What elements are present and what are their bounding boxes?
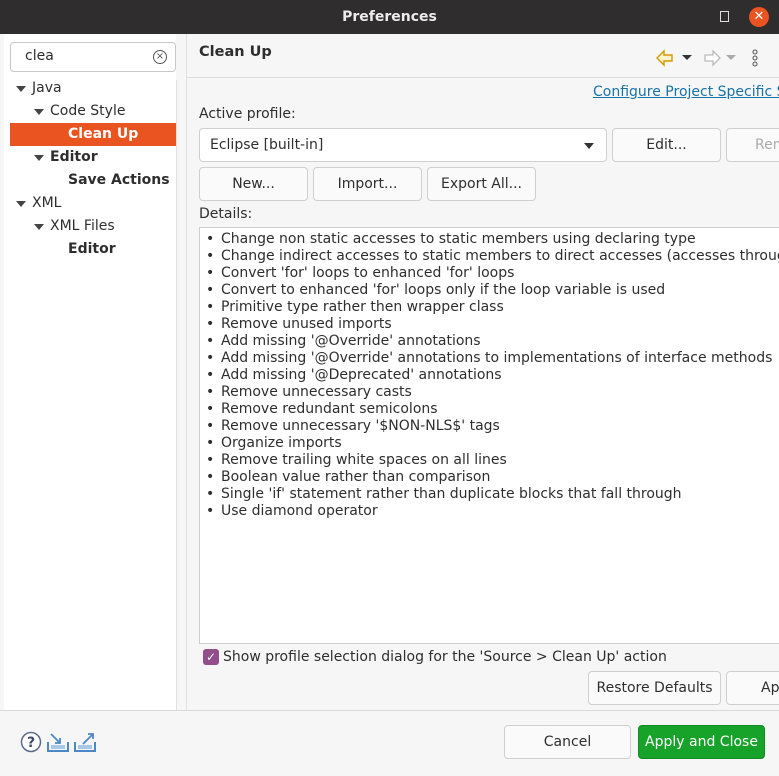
chevron-down-icon	[584, 143, 594, 149]
details-list-item: Organize imports	[206, 435, 779, 452]
tree-item-label: Editor	[50, 149, 98, 165]
active-profile-value: Eclipse [built-in]	[210, 137, 324, 153]
tree-item-java-editor[interactable]: Editor	[10, 146, 176, 169]
details-list-item: Remove unused imports	[206, 316, 779, 333]
show-dialog-checkbox[interactable]: ✓	[203, 649, 219, 665]
back-arrow-icon[interactable]	[656, 49, 673, 67]
expand-triangle-icon[interactable]	[34, 109, 44, 115]
remove-button[interactable]: Remove	[726, 128, 779, 162]
tree-item-label: Editor	[68, 241, 116, 257]
details-list[interactable]: Change non static accesses to static mem…	[199, 227, 779, 644]
tree-item-label: Clean Up	[68, 126, 139, 142]
details-list-item: Use diamond operator	[206, 503, 779, 520]
maximize-icon[interactable]	[720, 11, 729, 22]
filter-input[interactable]: clea ×	[10, 42, 176, 72]
restore-defaults-button[interactable]: Restore Defaults	[588, 671, 721, 705]
close-icon[interactable]: ✕	[749, 7, 769, 27]
window-title: Preferences	[342, 9, 437, 25]
tree-item-save-actions[interactable]: Save Actions	[10, 169, 176, 192]
expand-triangle-icon[interactable]	[34, 155, 44, 161]
tree-item-label: Java	[32, 80, 62, 96]
forward-arrow-icon[interactable]	[704, 49, 721, 67]
footer-icons: ?	[20, 731, 100, 757]
import-button[interactable]: Import...	[313, 167, 422, 201]
details-list-item: Single 'if' statement rather than duplic…	[206, 486, 779, 503]
more-options-icon[interactable]	[752, 49, 758, 67]
tree-item-clean-up[interactable]: Clean Up	[10, 123, 176, 146]
forward-menu-chevron-icon[interactable]	[726, 55, 736, 60]
new-button[interactable]: New...	[199, 167, 308, 201]
configure-project-specific-link[interactable]: Configure Project Specific Settings...	[593, 84, 779, 100]
details-list-item: Remove trailing white spaces on all line…	[206, 452, 779, 469]
tree-item-label: Save Actions	[68, 172, 170, 188]
help-icon[interactable]: ?	[20, 731, 42, 753]
tree-item-label: Code Style	[50, 103, 126, 119]
expand-triangle-icon[interactable]	[16, 201, 26, 207]
details-list-item: Boolean value rather than comparison	[206, 469, 779, 486]
expand-triangle-icon[interactable]	[16, 86, 26, 92]
apply-button[interactable]: Apply	[726, 671, 779, 705]
preferences-tree: Java Code Style Clean Up Editor Save Act…	[10, 77, 176, 261]
footer-divider	[0, 710, 779, 711]
export-all-button[interactable]: Export All...	[427, 167, 536, 201]
tree-item-label: XML	[32, 195, 62, 211]
back-menu-chevron-icon[interactable]	[682, 55, 692, 60]
clear-icon[interactable]: ×	[153, 50, 167, 64]
title-bar: Preferences ✕	[0, 0, 779, 34]
details-list-item: Change indirect accesses to static membe…	[206, 248, 779, 265]
filter-input-value: clea	[25, 48, 54, 64]
tree-item-label: XML Files	[50, 218, 115, 234]
sidebar-border	[176, 80, 177, 710]
tree-item-xml[interactable]: XML	[10, 192, 176, 215]
details-list-item: Remove unnecessary casts	[206, 384, 779, 401]
edit-button[interactable]: Edit...	[612, 128, 721, 162]
apply-and-close-button[interactable]: Apply and Close	[638, 725, 765, 759]
show-dialog-checkbox-label[interactable]: Show profile selection dialog for the 'S…	[223, 649, 667, 665]
tree-item-java[interactable]: Java	[10, 77, 176, 100]
active-profile-dropdown[interactable]: Eclipse [built-in]	[199, 128, 607, 162]
import-preferences-icon[interactable]	[47, 733, 69, 752]
active-profile-label: Active profile:	[199, 106, 296, 122]
tree-item-xml-files[interactable]: XML Files	[10, 215, 176, 238]
pane-divider[interactable]	[186, 34, 187, 710]
details-list-item: Change non static accesses to static mem…	[206, 231, 779, 248]
header-divider	[187, 77, 779, 78]
svg-text:?: ?	[27, 735, 35, 751]
details-list-item: Convert to enhanced 'for' loops only if …	[206, 282, 779, 299]
details-list-item: Primitive type rather then wrapper class	[206, 299, 779, 316]
page-title: Clean Up	[199, 44, 272, 60]
details-list-item: Add missing '@Override' annotations to i…	[206, 350, 779, 367]
details-list-item: Remove unnecessary '$NON-NLS$' tags	[206, 418, 779, 435]
expand-triangle-icon[interactable]	[34, 224, 44, 230]
details-list-item: Add missing '@Override' annotations	[206, 333, 779, 350]
cancel-button[interactable]: Cancel	[504, 725, 631, 759]
page-navigation	[655, 48, 765, 68]
export-preferences-icon[interactable]	[74, 733, 96, 752]
tree-item-code-style[interactable]: Code Style	[10, 100, 176, 123]
details-list-item: Add missing '@Deprecated' annotations	[206, 367, 779, 384]
tree-item-xml-editor[interactable]: Editor	[10, 238, 176, 261]
details-label: Details:	[199, 206, 253, 222]
details-list-item: Remove redundant semicolons	[206, 401, 779, 418]
details-list-item: Convert 'for' loops to enhanced 'for' lo…	[206, 265, 779, 282]
